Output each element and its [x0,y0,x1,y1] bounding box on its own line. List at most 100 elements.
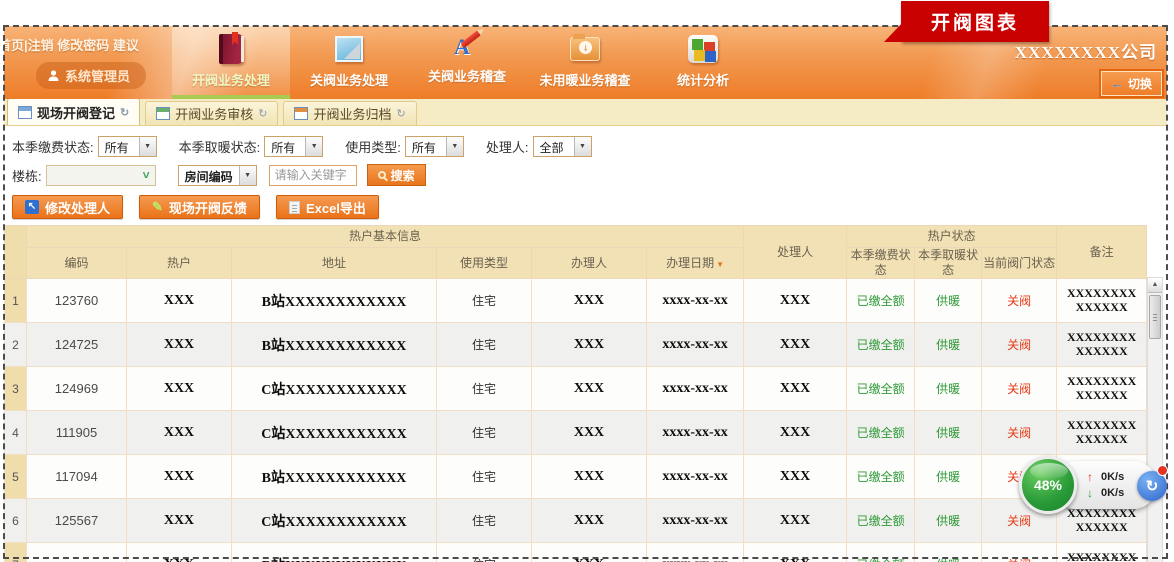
nav-close-valve-processing[interactable]: 关阀业务处理 [290,26,408,99]
table-row[interactable]: 7 XXX B站XXXXXXXXXXXX 住宅 XXX xxxx-xx-xx X… [5,543,1147,562]
download-speed: 0K/s [1101,487,1124,499]
cell-remark: XXXXXXXXXXXXXX [1057,367,1147,411]
cell-household: XXX [127,367,232,411]
scrollbar-thumb[interactable] [1149,295,1161,339]
nav-statistics[interactable]: 统计分析 [644,26,762,99]
table-row[interactable]: 6 125567 XXX C站XXXXXXXXXXXX 住宅 XXX xxxx-… [5,499,1147,543]
cell-use-type: 住宅 [437,323,532,367]
modify-handler-button[interactable]: ↖ 修改处理人 [12,195,123,219]
row-number: 7 [5,543,27,562]
excel-export-button[interactable]: Excel导出 [276,195,379,219]
chevron-down-icon: ▼ [574,137,591,156]
nav-label: 关阀业务稽查 [428,66,506,85]
pay-status-select[interactable]: 所有▼ [98,136,157,157]
nav-close-valve-inspection[interactable]: A 关阀业务稽查 [408,26,526,99]
col-valve-status: 当前阀门状态 [982,248,1057,279]
table-row[interactable]: 3 124969 XXX C站XXXXXXXXXXXX 住宅 XXX xxxx-… [5,367,1147,411]
cell-address: C站XXXXXXXXXXXX [232,367,437,411]
nav-label: 未用暖业务稽查 [539,70,630,89]
tab-valve-business-review[interactable]: 开阀业务审核 ↻ [145,101,278,125]
refresh-icon[interactable]: ↻ [258,107,267,120]
top-links[interactable]: 首页|注销 修改密码 建议 [4,35,139,54]
col-household: 热户 [127,248,232,279]
pencil-icon: ✎ [152,199,163,215]
main-nav: 开阀业务处理 关阀业务处理 A 关阀业务稽查 ↓ 未用暖业务稽查 统计分析 [172,26,762,99]
cell-agent: XXX [532,411,647,455]
col-remark: 备注 [1057,226,1147,279]
refresh-icon[interactable]: ↻ [120,106,129,119]
app-window: 首页|注销 修改密码 建议 系统管理员 开阀业务处理 关阀业务处理 A 关阀业务… [4,26,1167,562]
cell-valve-status: 关阀 [982,543,1057,562]
cell-remark: XXXXXXXXXXXXXX [1057,543,1147,562]
chevron-down-icon: ▼ [239,166,256,185]
row-number: 5 [5,455,27,499]
notification-dot [1157,465,1168,476]
row-number: 6 [5,499,27,543]
heat-status-select[interactable]: 所有▼ [264,136,323,157]
nav-no-heating-inspection[interactable]: ↓ 未用暖业务稽查 [526,26,644,99]
cell-handler: XXX [744,543,847,562]
switch-arrow-icon: ← [1111,76,1124,91]
cell-remark: XXXXXXXXXXXXXX [1057,411,1147,455]
cell-handler: XXX [744,455,847,499]
room-code-select[interactable]: 房间编码▼ [178,165,257,186]
cell-pay-status: 已缴全额 [847,543,915,562]
cell-code [27,543,127,562]
upload-arrow-icon: ↑ [1087,470,1093,484]
col-handler: 处理人 [744,226,847,279]
table-row[interactable]: 2 124725 XXX B站XXXXXXXXXXXX 住宅 XXX xxxx-… [5,323,1147,367]
handler-select[interactable]: 全部▼ [533,136,592,157]
row-number: 2 [5,323,27,367]
cell-code: 125567 [27,499,127,543]
cell-valve-status: 关阀 [982,323,1057,367]
network-speed-widget[interactable]: ↑0K/s ↓0K/s 48% ↻ [1019,456,1174,518]
tab-valve-business-archive[interactable]: 开阀业务归档 ↻ [283,101,416,125]
cell-use-type: 住宅 [437,367,532,411]
cell-address: B站XXXXXXXXXXXX [232,323,437,367]
scroll-up-arrow-icon[interactable]: ▲ [1148,278,1162,293]
search-button[interactable]: 搜索 [367,164,426,186]
cell-code: 124725 [27,323,127,367]
table-row[interactable]: 5 117094 XXX B站XXXXXXXXXXXX 住宅 XXX xxxx-… [5,455,1147,499]
pay-status-label: 本季缴费状态: [12,137,94,156]
building-select[interactable]: ˅ [46,165,156,186]
tab-field-valve-registration[interactable]: 现场开阀登记 ↻ [7,98,140,125]
nav-label: 统计分析 [677,70,729,89]
table-row[interactable]: 1 123760 XXX B站XXXXXXXXXXXX 住宅 XXX xxxx-… [5,279,1147,323]
row-number: 4 [5,411,27,455]
cell-use-type: 住宅 [437,499,532,543]
nav-open-valve-processing[interactable]: 开阀业务处理 [172,26,290,99]
cell-code: 123760 [27,279,127,323]
keyword-input[interactable] [269,165,357,186]
cell-household: XXX [127,499,232,543]
download-arrow-icon: ↓ [1087,486,1093,500]
chevron-down-icon: ˅ [143,168,150,182]
tab-label: 开阀业务审核 [175,104,253,123]
progress-ball[interactable]: 48% [1019,456,1077,514]
use-type-select[interactable]: 所有▼ [405,136,464,157]
refresh-icon[interactable]: ↻ [396,107,405,120]
folder-download-icon: ↓ [568,32,602,66]
nav-label: 开阀业务处理 [192,70,270,89]
field-open-valve-feedback-button[interactable]: ✎ 现场开阀反馈 [139,195,260,219]
cell-household: XXX [127,411,232,455]
switch-button[interactable]: ← 切换 [1101,71,1162,96]
cell-code: 111905 [27,411,127,455]
tab-label: 现场开阀登记 [37,103,115,122]
search-label: 搜索 [391,167,415,184]
switch-label: 切换 [1128,75,1152,92]
cell-use-type: 住宅 [437,411,532,455]
vertical-scrollbar[interactable]: ▲ [1147,277,1163,562]
col-date[interactable]: 办理日期▼ [647,248,744,279]
table-row[interactable]: 4 111905 XXX C站XXXXXXXXXXXX 住宅 XXX xxxx-… [5,411,1147,455]
cell-pay-status: 已缴全额 [847,323,915,367]
results-table: 热户基本信息 处理人 热户状态 备注 编码 热户 地址 使用类型 办理人 办理日… [4,225,1147,562]
current-user: 系统管理员 [36,62,146,89]
handler-label: 处理人: [486,137,529,156]
cell-valve-status: 关阀 [982,367,1057,411]
row-number-header [5,226,27,279]
drawing-board-icon [332,32,366,66]
cell-heat-status: 供暖 [915,411,982,455]
cell-pay-status: 已缴全额 [847,499,915,543]
chevron-down-icon: ▼ [305,137,322,156]
